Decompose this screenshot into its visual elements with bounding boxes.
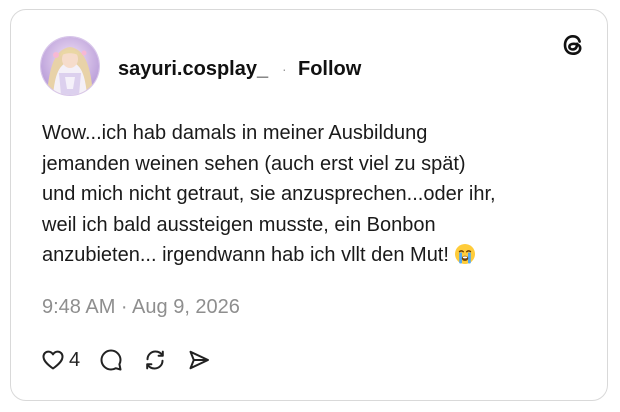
post-body-line: weil ich bald aussteigen musste, ein Bon… <box>42 213 436 236</box>
reply-button[interactable] <box>99 348 123 372</box>
post-timestamp: 9:48 AM · Aug 9, 2026 <box>42 296 240 318</box>
threads-logo-icon[interactable] <box>560 32 586 58</box>
post-body: Wow...ich hab damals in meiner Ausbildun… <box>42 118 562 271</box>
post-body-line: anzubieten... irgendwann hab ich vllt de… <box>42 244 449 266</box>
heart-icon <box>42 350 64 370</box>
post-body-line: jemanden weinen sehen (auch erst viel zu… <box>42 152 466 175</box>
send-icon <box>189 350 210 370</box>
post-body-line: und mich nicht getraut, sie anzusprechen… <box>42 183 496 205</box>
post-card: sayuri.cosplay_ · Follow Wow...ich hab d… <box>10 9 608 401</box>
like-button[interactable]: 4 <box>41 348 80 372</box>
follow-button[interactable]: Follow <box>298 57 361 81</box>
comment-icon <box>100 349 122 371</box>
loudly-crying-face-icon <box>454 243 476 265</box>
like-count: 4 <box>69 349 81 371</box>
share-button[interactable] <box>187 348 211 372</box>
post-body-line: Wow...ich hab damals in meiner Ausbildun… <box>42 122 428 144</box>
post-body-last-line: anzubieten... irgendwann hab ich vllt de… <box>42 240 562 271</box>
repost-button[interactable] <box>143 348 167 372</box>
repost-icon <box>146 350 164 370</box>
avatar-icon <box>41 37 99 95</box>
username-link[interactable]: sayuri.cosplay_ <box>118 57 268 81</box>
separator-dot: · <box>282 61 287 77</box>
avatar[interactable] <box>41 37 99 95</box>
action-bar: 4 <box>41 347 211 373</box>
